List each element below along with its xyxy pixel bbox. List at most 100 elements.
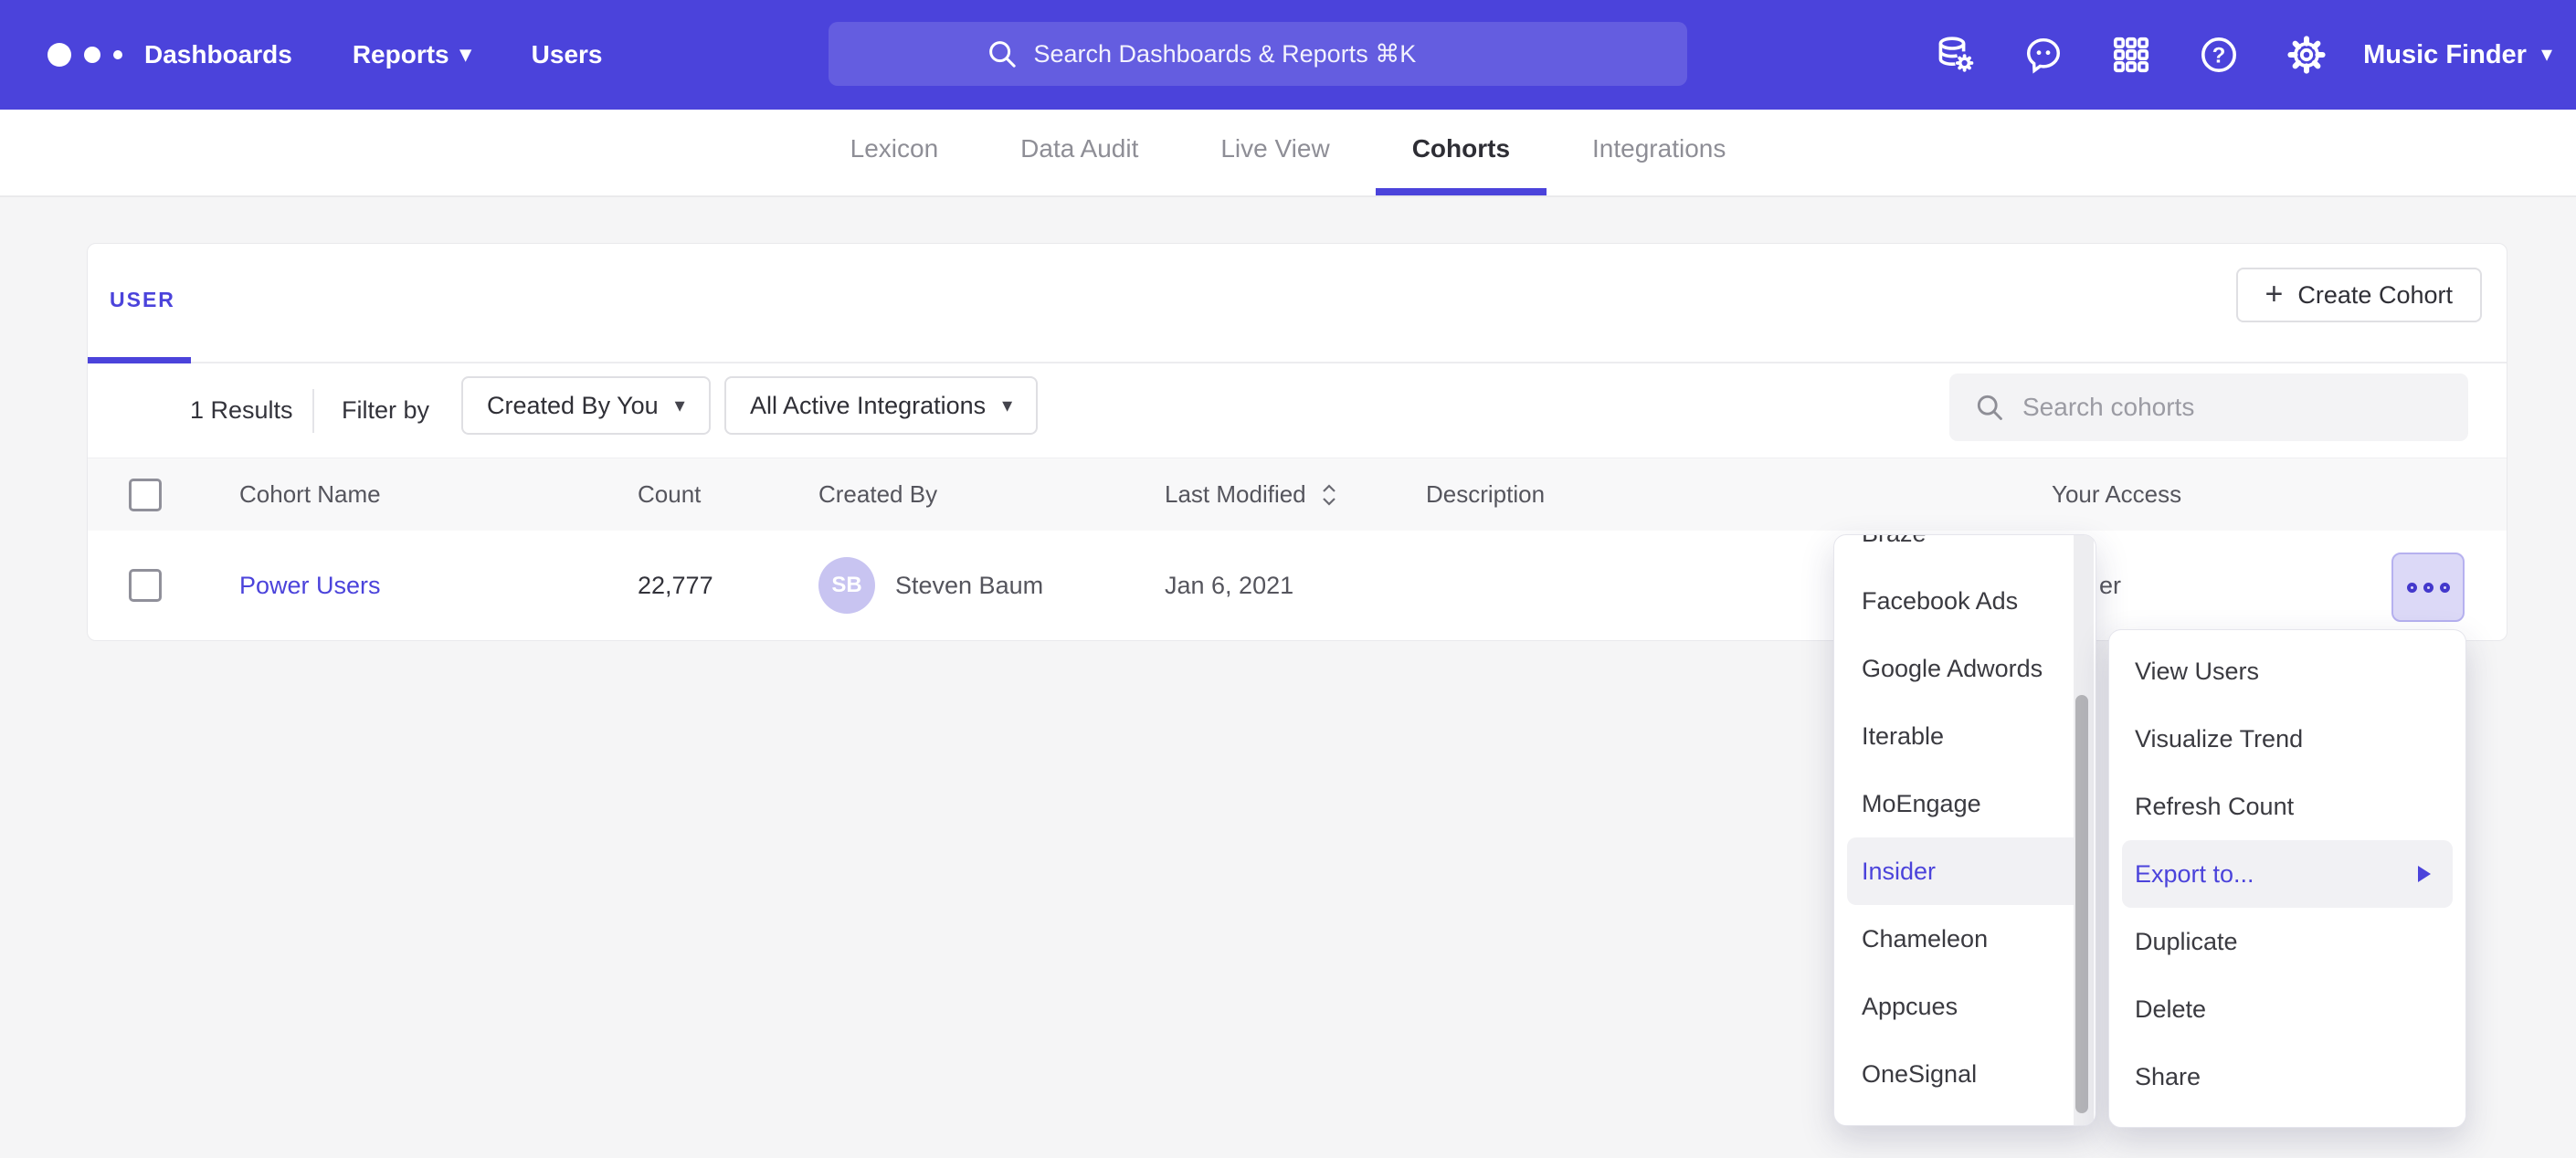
- cohort-search-input[interactable]: [2022, 393, 2444, 422]
- last-modified-date: Jan 6, 2021: [1165, 572, 1293, 600]
- nav-item-users[interactable]: Users: [532, 40, 603, 69]
- submenu-item-google-adwords[interactable]: Google Adwords: [1834, 635, 2096, 702]
- column-header-your-access[interactable]: Your Access: [2052, 458, 2181, 531]
- tab-user-cohorts[interactable]: USER: [110, 288, 175, 312]
- help-icon: ?: [2197, 33, 2241, 77]
- submenu-item-onesignal[interactable]: OneSignal: [1834, 1040, 2096, 1108]
- filter-by-label: Filter by: [342, 363, 429, 458]
- ellipsis-icon: [2407, 583, 2417, 593]
- feedback-button[interactable]: [2000, 0, 2087, 110]
- help-button[interactable]: ?: [2175, 0, 2263, 110]
- tab-label: Data Audit: [1020, 134, 1138, 163]
- menu-item-share[interactable]: Share: [2109, 1043, 2465, 1111]
- cohort-table-header: Cohort Name Count Created By Last Modifi…: [88, 458, 2507, 531]
- tab-label: Lexicon: [850, 134, 939, 163]
- cohort-search[interactable]: [1949, 374, 2468, 441]
- feedback-icon: [2022, 34, 2064, 76]
- context-menu-list: View Users Visualize Trend Refresh Count…: [2109, 637, 2465, 1111]
- integrations-filter-dropdown[interactable]: All Active Integrations ▾: [724, 376, 1038, 435]
- menu-item-duplicate[interactable]: Duplicate: [2109, 908, 2465, 975]
- export-to-submenu: Braze Facebook Ads Google Adwords Iterab…: [1833, 534, 2096, 1126]
- chevron-down-icon: ▾: [1002, 395, 1012, 416]
- create-cohort-label: Create Cohort: [2297, 281, 2453, 310]
- row-more-actions-button[interactable]: [2391, 553, 2465, 622]
- menu-item-view-users[interactable]: View Users: [2109, 637, 2465, 705]
- tab-label: Integrations: [1592, 134, 1726, 163]
- submenu-scrollbar-track[interactable]: [2074, 535, 2094, 1125]
- cohort-name-link[interactable]: Power Users: [239, 572, 381, 600]
- sort-icon[interactable]: [1319, 480, 1339, 510]
- global-search[interactable]: [829, 22, 1687, 86]
- cohort-type-strip: USER + Create Cohort: [88, 244, 2507, 363]
- submenu-item-appcues[interactable]: Appcues: [1834, 973, 2096, 1040]
- section-tabs: Lexicon Data Audit Live View Cohorts Int…: [0, 110, 2576, 197]
- search-icon: [985, 37, 1019, 71]
- submenu-item-iterable[interactable]: Iterable: [1834, 702, 2096, 770]
- submenu-item-moengage[interactable]: MoEngage: [1834, 770, 2096, 837]
- submenu-item-braze[interactable]: Braze: [1834, 534, 2096, 567]
- menu-item-export-to[interactable]: Export to...: [2122, 840, 2453, 908]
- global-search-input[interactable]: [1034, 40, 1532, 68]
- filter-row: 1 Results Filter by Created By You ▾ All…: [88, 363, 2507, 458]
- submenu-item-chameleon[interactable]: Chameleon: [1834, 905, 2096, 973]
- nav-item-dashboards[interactable]: Dashboards: [144, 40, 292, 69]
- data-management-button[interactable]: [1912, 0, 2000, 110]
- project-switcher[interactable]: Music Finder ▾: [2363, 40, 2552, 70]
- column-header-count[interactable]: Count: [638, 458, 701, 531]
- tab-data-audit[interactable]: Data Audit: [984, 110, 1175, 195]
- cohorts-page: Dashboards Reports ▾ Users: [0, 0, 2576, 1158]
- tab-label: Cohorts: [1412, 134, 1510, 163]
- created-by-filter-dropdown[interactable]: Created By You ▾: [461, 376, 711, 435]
- tab-cohorts[interactable]: Cohorts: [1376, 110, 1547, 195]
- tab-live-view[interactable]: Live View: [1184, 110, 1366, 195]
- create-cohort-button[interactable]: + Create Cohort: [2236, 268, 2482, 322]
- cohorts-card: USER + Create Cohort 1 Results Filter by…: [87, 243, 2507, 641]
- your-access-value-partially-obscured: er: [2099, 572, 2121, 600]
- row-checkbox[interactable]: [129, 569, 162, 602]
- tab-label: Live View: [1220, 134, 1329, 163]
- apps-grid-icon: [2110, 34, 2152, 76]
- mixpanel-logo-icon[interactable]: [48, 43, 130, 67]
- menu-item-delete[interactable]: Delete: [2109, 975, 2465, 1043]
- column-header-last-modified[interactable]: Last Modified: [1165, 458, 1339, 531]
- nav-item-reports[interactable]: Reports ▾: [353, 40, 471, 69]
- settings-button[interactable]: [2263, 0, 2350, 110]
- tab-lexicon[interactable]: Lexicon: [814, 110, 976, 195]
- chevron-right-icon: [2418, 866, 2431, 882]
- navbar-right: ? Music Finder ▾: [1912, 0, 2552, 110]
- search-icon: [1973, 391, 2006, 424]
- active-tab-underline: [88, 357, 191, 363]
- column-header-cohort-name[interactable]: Cohort Name: [239, 458, 381, 531]
- settings-icon: [2285, 33, 2328, 77]
- row-context-menu: View Users Visualize Trend Refresh Count…: [2108, 629, 2466, 1128]
- logo-dot: [48, 43, 71, 67]
- data-management-icon: [1934, 33, 1978, 77]
- nav-item-label: Reports: [353, 40, 449, 69]
- submenu-scrollbar-thumb[interactable]: [2075, 695, 2088, 1113]
- nav-item-label: Dashboards: [144, 40, 292, 69]
- cohort-count: 22,777: [638, 572, 713, 600]
- column-header-description[interactable]: Description: [1426, 458, 1545, 531]
- created-by-filter-label: Created By You: [487, 392, 659, 420]
- export-to-submenu-list: Braze Facebook Ads Google Adwords Iterab…: [1834, 534, 2096, 1108]
- menu-item-visualize-trend[interactable]: Visualize Trend: [2109, 705, 2465, 773]
- logo-dot: [84, 47, 100, 63]
- ellipsis-icon: [2423, 583, 2433, 593]
- divider: [312, 389, 314, 433]
- results-count: 1 Results: [190, 363, 293, 458]
- chevron-down-icon: ▾: [675, 395, 685, 416]
- submenu-item-insider[interactable]: Insider: [1847, 837, 2083, 905]
- submenu-item-facebook-ads[interactable]: Facebook Ads: [1834, 567, 2096, 635]
- plus-icon: +: [2265, 279, 2284, 310]
- column-header-created-by[interactable]: Created By: [818, 458, 937, 531]
- cohort-row-power-users[interactable]: Power Users 22,777 SB Steven Baum Jan 6,…: [88, 531, 2507, 640]
- avatar: SB: [818, 557, 875, 614]
- top-navbar: Dashboards Reports ▾ Users: [0, 0, 2576, 110]
- project-name: Music Finder: [2363, 40, 2527, 70]
- apps-grid-button[interactable]: [2087, 0, 2175, 110]
- menu-item-refresh-count[interactable]: Refresh Count: [2109, 773, 2465, 840]
- nav-links: Dashboards Reports ▾ Users: [144, 40, 603, 69]
- chevron-down-icon: ▾: [460, 44, 471, 66]
- tab-integrations[interactable]: Integrations: [1556, 110, 1762, 195]
- select-all-checkbox[interactable]: [129, 479, 162, 511]
